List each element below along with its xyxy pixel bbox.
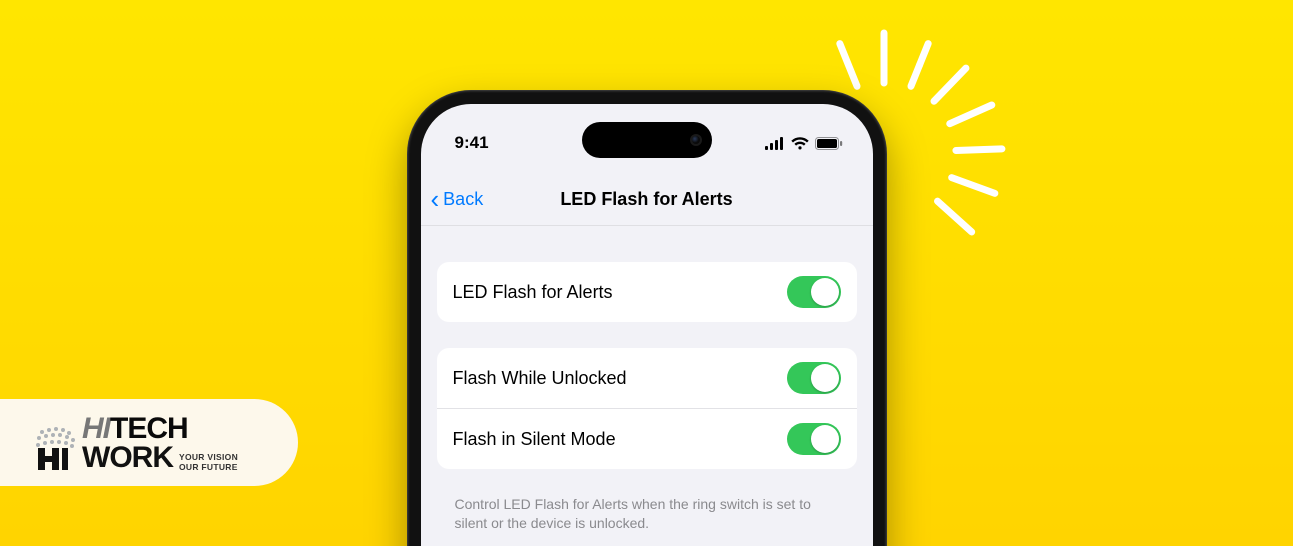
page-title: LED Flash for Alerts	[560, 189, 732, 210]
nav-header: ‹ Back LED Flash for Alerts	[421, 174, 873, 226]
toggle-led-flash-alerts[interactable]	[787, 276, 841, 308]
toggle-flash-silent-mode[interactable]	[787, 423, 841, 455]
phone-screen: 9:41 ‹ Back LED Flash for Alerts	[421, 104, 873, 546]
group-footer-text: Control LED Flash for Alerts when the ri…	[437, 495, 857, 533]
row-led-flash-alerts[interactable]: LED Flash for Alerts	[437, 262, 857, 322]
row-flash-silent-mode[interactable]: Flash in Silent Mode	[437, 408, 857, 469]
row-flash-while-unlocked[interactable]: Flash While Unlocked	[437, 348, 857, 408]
settings-content: LED Flash for Alerts Flash While Unlocke…	[421, 234, 873, 546]
row-label: Flash in Silent Mode	[453, 429, 616, 450]
row-label: Flash While Unlocked	[453, 368, 627, 389]
row-label: LED Flash for Alerts	[453, 282, 613, 303]
toggle-flash-while-unlocked[interactable]	[787, 362, 841, 394]
phone-device-frame: 9:41 ‹ Back LED Flash for Alerts	[407, 90, 887, 546]
brand-logo-mark-icon	[32, 426, 78, 472]
wifi-icon	[791, 137, 809, 150]
cellular-icon	[765, 137, 785, 150]
brand-badge: HITECH WORK YOUR VISION OUR FUTURE	[0, 399, 298, 486]
settings-group-options: Flash While Unlocked Flash in Silent Mod…	[437, 348, 857, 469]
decorative-rays	[864, 28, 1114, 278]
chevron-left-icon: ‹	[431, 186, 440, 212]
back-label: Back	[443, 189, 483, 210]
brand-word-work: WORK	[82, 444, 173, 473]
dynamic-island	[582, 122, 712, 158]
settings-group-main: LED Flash for Alerts	[437, 262, 857, 322]
battery-icon	[815, 137, 843, 150]
status-time: 9:41	[455, 133, 489, 153]
front-camera-icon	[690, 134, 702, 146]
brand-tagline-2: OUR FUTURE	[179, 463, 238, 472]
back-button[interactable]: ‹ Back	[431, 188, 484, 212]
